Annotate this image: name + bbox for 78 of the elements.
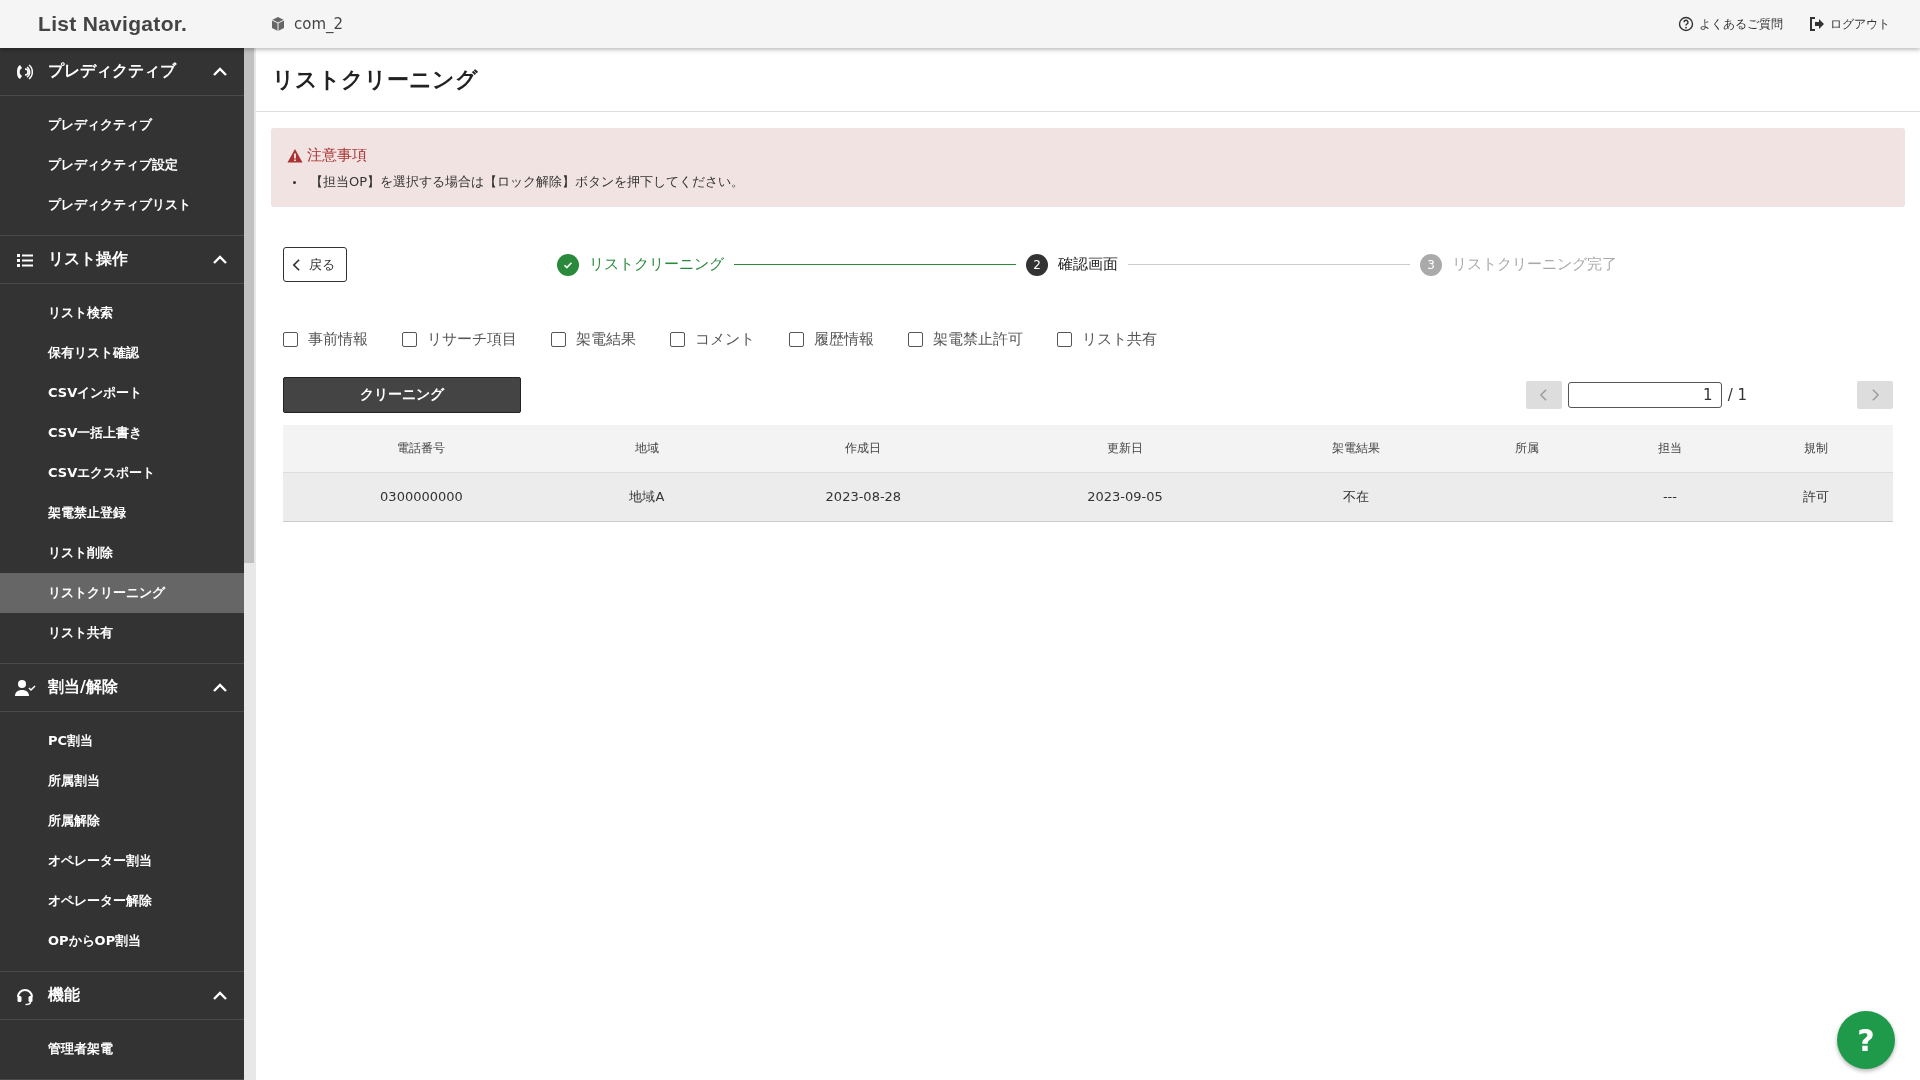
table-cell: --- (1662, 489, 1677, 504)
sidebar-item[interactable]: OPからOP割当 (0, 921, 244, 961)
phone-icon (14, 61, 36, 82)
column-header: 更新日 (993, 425, 1257, 472)
page-title: リストクリーニング (272, 65, 478, 94)
checkbox[interactable] (402, 332, 417, 347)
sidebar-item[interactable]: 所属割当 (0, 761, 244, 801)
checkbox-label: 履歴情報 (814, 330, 874, 349)
sidebar-item[interactable]: プレディクティブリスト (0, 185, 244, 225)
checkbox[interactable] (789, 332, 804, 347)
header-link[interactable]: よくあるご質問 (1678, 15, 1783, 33)
checkbox-label: 架電結果 (576, 330, 636, 349)
sidebar-item[interactable]: リストクリーニング (0, 573, 244, 613)
check-circle-icon (557, 253, 579, 276)
company-name: com_2 (294, 15, 344, 33)
sidebar-item[interactable]: リスト検索 (0, 293, 244, 333)
sidebar-item[interactable]: 管理者架電 (0, 1029, 244, 1069)
chevron-right-icon (1870, 388, 1880, 402)
back-button[interactable]: 戻る (283, 247, 347, 282)
table-cell: 不在 (1343, 488, 1369, 504)
checkbox-label: 事前情報 (308, 330, 368, 349)
step-label: リストクリーニング (589, 255, 724, 274)
page-total: / 1 (1727, 386, 1747, 404)
checkbox[interactable] (1057, 332, 1072, 347)
app-logo: List Navigator. (38, 12, 189, 36)
sidebar-item[interactable]: CSV一括上書き (0, 413, 244, 453)
checkbox[interactable] (670, 332, 685, 347)
page-number-field[interactable]: 1 (1567, 382, 1722, 408)
checkbox-label: コメント (695, 330, 755, 349)
table-cell: 2023-08-28 (825, 489, 902, 504)
scrollbar-thumb[interactable] (244, 48, 254, 563)
logout-icon (1809, 16, 1825, 32)
column-header: 地域 (559, 425, 734, 472)
warning-icon (287, 147, 303, 164)
sidebar-item[interactable]: PC割当 (0, 721, 244, 761)
step-label: リストクリーニング完了 (1452, 255, 1617, 274)
notice-title: 注意事項 (307, 146, 367, 165)
column-header: 所属 (1455, 425, 1600, 472)
cube-icon (270, 16, 286, 32)
help-button[interactable]: ? (1837, 1011, 1895, 1069)
sidebar-item[interactable]: プレディクティブ (0, 105, 244, 145)
sidebar-item[interactable]: オペレーター割当 (0, 841, 244, 881)
cleaning-button[interactable]: クリーニング (283, 377, 521, 413)
checkbox-label: リサーチ項目 (427, 330, 517, 349)
sidebar-item[interactable]: プレディクティブ設定 (0, 145, 244, 185)
chevron-left-icon (1539, 388, 1549, 402)
checkbox-label: 架電禁止許可 (933, 330, 1023, 349)
checkbox[interactable] (551, 332, 566, 347)
sidebar-item[interactable]: リスト削除 (0, 533, 244, 573)
table-cell: 2023-09-05 (1087, 489, 1163, 504)
table-cell: 0300000000 (380, 489, 463, 504)
sidebar-item[interactable]: 保有リスト確認 (0, 333, 244, 373)
bullet-icon (293, 180, 296, 184)
column-header: 架電結果 (1257, 425, 1456, 472)
sidebar-item[interactable]: 所属解除 (0, 801, 244, 841)
notice-text: 【担当OP】を選択する場合は【ロック解除】ボタンを押下してください。 (310, 173, 745, 191)
step-number: 3 (1420, 253, 1442, 276)
checkbox[interactable] (908, 332, 923, 347)
sidebar-item[interactable]: リスト共有 (0, 613, 244, 653)
column-header: 作成日 (733, 425, 993, 472)
header-link[interactable]: ログアウト (1809, 15, 1890, 33)
table-cell: 許可 (1803, 488, 1830, 504)
step-number: 2 (1026, 253, 1048, 276)
table-cell: 地域A (629, 488, 665, 504)
column-header: 規制 (1740, 425, 1893, 472)
table-row[interactable]: 0300000000 地域A 2023-08-28 2023-09-05 不在 --- 許可 (283, 472, 1893, 521)
column-header: 電話番号 (283, 425, 560, 472)
step-label: 確認画面 (1058, 255, 1118, 274)
question-icon (1678, 16, 1694, 32)
column-header: 担当 (1599, 425, 1740, 472)
sidebar-item[interactable]: オペレーター解除 (0, 881, 244, 921)
sidebar-item[interactable]: CSVエクスポート (0, 453, 244, 493)
chevron-left-icon (292, 257, 301, 272)
sidebar-item[interactable]: CSVインポート (0, 373, 244, 413)
sidebar-item[interactable]: 架電禁止登録 (0, 493, 244, 533)
checkbox[interactable] (283, 332, 298, 347)
checkbox-label: リスト共有 (1082, 330, 1157, 349)
user-check-icon (14, 677, 36, 698)
